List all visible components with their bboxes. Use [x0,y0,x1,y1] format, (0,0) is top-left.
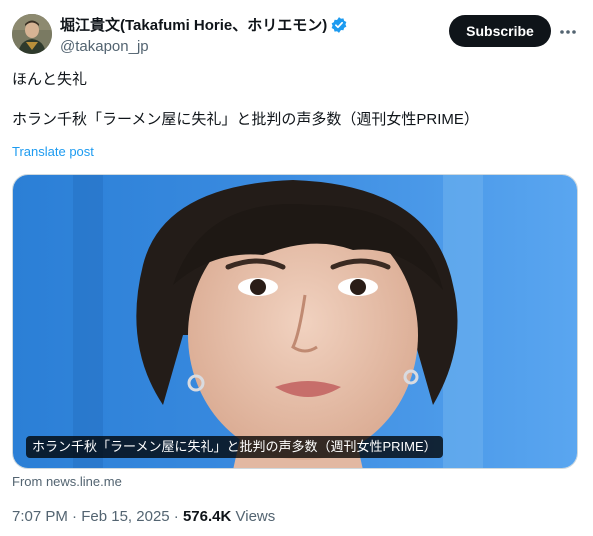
card-source[interactable]: From news.line.me [12,474,122,489]
card-image [13,175,577,468]
views-label: Views [235,508,276,525]
tweet-text-line-2: ホラン千秋「ラーメン屋に失礼」と批判の声多数（週刊女性PRIME） [12,111,479,128]
meta-separator: · [72,508,78,525]
avatar[interactable] [12,14,52,54]
more-options-icon[interactable] [556,20,580,44]
name-row: 堀江貴文(Takafumi Horie、ホリエモン) [60,15,348,34]
link-card[interactable]: ホラン千秋「ラーメン屋に失礼」と批判の声多数（週刊女性PRIME） [12,174,578,469]
verified-badge-icon[interactable] [330,16,348,34]
tweet: 堀江貴文(Takafumi Horie、ホリエモン) @takapon_jp S… [0,0,593,536]
meta-separator-2: · [173,508,179,525]
display-name[interactable]: 堀江貴文(Takafumi Horie、ホリエモン) [60,14,327,35]
subscribe-button[interactable]: Subscribe [449,15,551,47]
handle[interactable]: @takapon_jp [60,37,348,56]
card-caption: ホラン千秋「ラーメン屋に失礼」と批判の声多数（週刊女性PRIME） [26,436,443,458]
author-block: 堀江貴文(Takafumi Horie、ホリエモン) @takapon_jp [60,15,348,56]
tweet-text: ほんと失礼 ホラン千秋「ラーメン屋に失礼」と批判の声多数（週刊女性PRIME） [12,70,582,130]
tweet-text-line-1: ほんと失礼 [12,71,88,88]
translate-post-link[interactable]: Translate post [12,144,94,159]
views-count[interactable]: 576.4K [183,508,231,525]
post-time[interactable]: 7:07 PM [12,508,68,525]
tweet-meta: 7:07 PM · Feb 15, 2025 · 576.4K Views [12,508,275,525]
post-date[interactable]: Feb 15, 2025 [81,508,169,525]
